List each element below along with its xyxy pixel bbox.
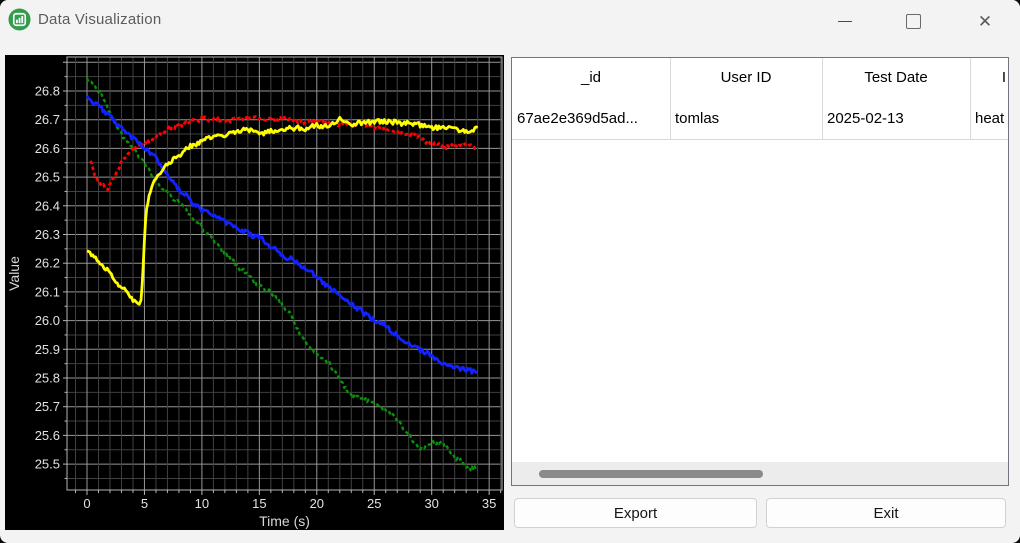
svg-text:25.8: 25.8 xyxy=(35,371,60,386)
table-content: _id 67ae2e369d5ad... User ID tomlas Test Dat… xyxy=(512,58,1008,462)
exit-button[interactable]: Exit xyxy=(766,498,1006,528)
svg-text:26.1: 26.1 xyxy=(35,284,60,299)
svg-text:25.9: 25.9 xyxy=(35,342,60,357)
app-window: Data Visualization ✕ 26.8 26.7 26.6 26.5 26.… xyxy=(0,0,1020,543)
svg-text:0: 0 xyxy=(83,496,90,511)
maximize-icon xyxy=(905,13,921,29)
svg-text:35: 35 xyxy=(482,496,496,511)
row-divider xyxy=(512,139,1008,140)
svg-text:10: 10 xyxy=(195,496,209,511)
svg-text:26.7: 26.7 xyxy=(35,112,60,127)
svg-text:Value: Value xyxy=(6,256,22,291)
bar-chart-icon xyxy=(8,8,31,31)
horizontal-scrollbar[interactable] xyxy=(512,462,1008,485)
table-cell[interactable]: heat xyxy=(970,98,1008,139)
maximize-button[interactable] xyxy=(890,0,936,42)
svg-text:Time (s): Time (s) xyxy=(259,513,310,529)
svg-text:25: 25 xyxy=(367,496,381,511)
svg-text:25.7: 25.7 xyxy=(35,399,60,414)
svg-text:26.5: 26.5 xyxy=(35,170,60,185)
data-table[interactable]: _id 67ae2e369d5ad... User ID tomlas Test Dat… xyxy=(511,57,1009,486)
titlebar: Data Visualization ✕ xyxy=(0,0,1020,42)
close-icon: ✕ xyxy=(977,11,993,31)
svg-text:26.2: 26.2 xyxy=(35,256,60,271)
close-button[interactable]: ✕ xyxy=(962,0,1008,42)
window-title: Data Visualization xyxy=(38,11,162,28)
column-header[interactable]: _id xyxy=(512,58,670,98)
column-header[interactable]: Test Date xyxy=(822,58,970,98)
svg-text:26.4: 26.4 xyxy=(35,198,60,213)
svg-text:20: 20 xyxy=(310,496,324,511)
export-button[interactable]: Export xyxy=(514,498,757,528)
chart-panel: 26.8 26.7 26.6 26.5 26.4 26.3 26.2 26.1 26.0 25.9… xyxy=(5,55,504,530)
column-header[interactable]: I xyxy=(970,58,1008,98)
svg-text:15: 15 xyxy=(252,496,266,511)
svg-text:5: 5 xyxy=(141,496,148,511)
scrollbar-thumb[interactable] xyxy=(539,470,763,478)
minimize-icon xyxy=(838,20,852,22)
svg-text:25.6: 25.6 xyxy=(35,428,60,443)
svg-text:26.0: 26.0 xyxy=(35,313,60,328)
svg-text:30: 30 xyxy=(424,496,438,511)
svg-text:25.5: 25.5 xyxy=(35,457,60,472)
line-chart: 26.8 26.7 26.6 26.5 26.4 26.3 26.2 26.1 26.0 25.9… xyxy=(6,56,503,529)
column-header[interactable]: User ID xyxy=(670,58,822,98)
minimize-button[interactable] xyxy=(822,0,868,42)
svg-text:26.8: 26.8 xyxy=(35,84,60,99)
svg-text:26.6: 26.6 xyxy=(35,141,60,156)
svg-text:26.3: 26.3 xyxy=(35,227,60,242)
